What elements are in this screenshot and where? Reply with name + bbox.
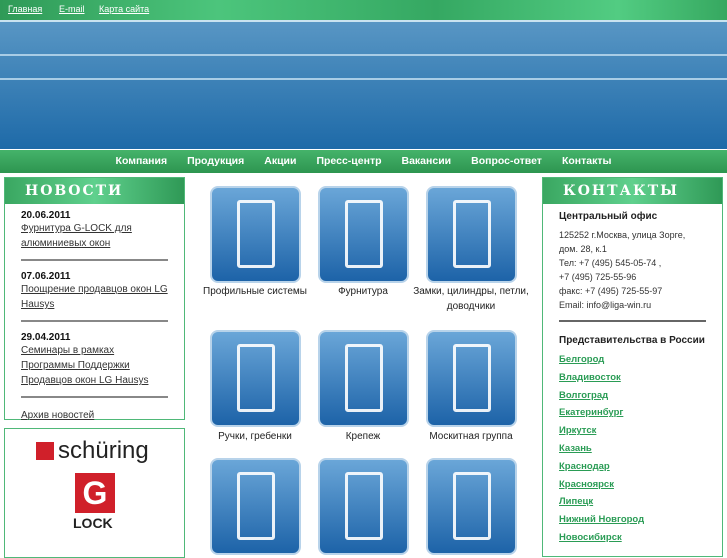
city-link[interactable]: Казань	[559, 440, 706, 458]
address-line: 125252 г.Москва, улица Зорге,	[559, 230, 686, 240]
product-label[interactable]: Москитная группа	[411, 429, 531, 444]
phone-line: Тел: +7 (495) 545-05-74 ,	[559, 258, 662, 268]
news-link[interactable]: Поощрение продавцов окон LG Hausys	[21, 282, 168, 312]
schuring-logo[interactable]: schüring	[36, 437, 149, 465]
city-link[interactable]: Краснодар	[559, 458, 706, 476]
nav-press[interactable]: Пресс-центр	[306, 150, 391, 173]
news-title: НОВОСТИ	[5, 178, 184, 204]
contacts-box: КОНТАКТЫ Центральный офис 125252 г.Москв…	[542, 177, 723, 557]
profile-icon[interactable]	[210, 186, 301, 283]
product-label[interactable]: Крепеж	[303, 429, 423, 444]
news-box: НОВОСТИ 20.06.2011 Фурнитура G-LOCK для …	[4, 177, 185, 423]
fax-line: факс: +7 (495) 725-55-97	[559, 286, 663, 296]
nav-company[interactable]: Компания	[106, 150, 178, 173]
city-link[interactable]: Владивосток	[559, 369, 706, 387]
flask-icon[interactable]	[210, 458, 301, 555]
screw-icon[interactable]	[318, 330, 409, 427]
city-link[interactable]: Липецк	[559, 493, 706, 511]
news-date: 07.06.2011	[21, 271, 71, 282]
city-link[interactable]: Нижний Новгород	[559, 511, 706, 529]
hardware-icon[interactable]	[318, 186, 409, 283]
mesh-icon[interactable]	[426, 330, 517, 427]
glock-logo[interactable]: G	[75, 473, 115, 513]
city-link[interactable]: Красноярск	[559, 476, 706, 494]
product-label[interactable]: Фурнитура	[303, 284, 423, 299]
news-archive-link[interactable]: Архив новостей	[21, 408, 168, 423]
top-bar: Главная E-mail Карта сайта	[0, 0, 727, 20]
news-link[interactable]: Семинары в рамках Программы Поддержки Пр…	[21, 343, 168, 388]
nav-faq[interactable]: Вопрос-ответ	[461, 150, 552, 173]
nav-products[interactable]: Продукция	[177, 150, 254, 173]
city-link[interactable]: Белгород	[559, 351, 706, 369]
phone-line: +7 (495) 725-55-96	[559, 272, 637, 282]
nav-promos[interactable]: Акции	[254, 150, 306, 173]
lock-icon[interactable]	[426, 186, 517, 283]
news-date: 20.06.2011	[21, 210, 71, 221]
city-link[interactable]: Екатеринбург	[559, 404, 706, 422]
tool-icon[interactable]	[318, 458, 409, 555]
home-link[interactable]: Главная	[8, 4, 42, 14]
partners-box: schüring G LOCK	[4, 428, 185, 558]
address-line: дом. 28, к.1	[559, 244, 607, 254]
office-title: Центральный офис	[559, 211, 658, 222]
product-label[interactable]: Ручки, гребенки	[195, 429, 315, 444]
contacts-title: КОНТАКТЫ	[543, 178, 722, 204]
city-link[interactable]: Волгоград	[559, 387, 706, 405]
header-banner	[0, 20, 727, 149]
nav-vacancies[interactable]: Вакансии	[392, 150, 462, 173]
product-label[interactable]: Замки, цилиндры, петли, доводчики	[411, 284, 531, 314]
news-link[interactable]: Фурнитура G-LOCK для алюминиевых окон	[21, 221, 168, 251]
news-date: 29.04.2011	[21, 332, 71, 343]
glock-logo-text: LOCK	[73, 515, 113, 531]
email-link[interactable]: E-mail	[59, 4, 85, 14]
sitemap-link[interactable]: Карта сайта	[99, 4, 149, 14]
city-link[interactable]: Новосибирск	[559, 529, 706, 547]
saw-icon[interactable]	[426, 458, 517, 555]
product-label[interactable]: Профильные системы	[195, 284, 315, 299]
city-link[interactable]: Иркутск	[559, 422, 706, 440]
handle-icon[interactable]	[210, 330, 301, 427]
email-line: Email: info@liga-win.ru	[559, 300, 652, 310]
nav-contacts[interactable]: Контакты	[552, 150, 622, 173]
reps-title: Представительства в России	[559, 335, 705, 346]
main-nav: Компания Продукция Акции Пресс-центр Вак…	[0, 150, 727, 173]
